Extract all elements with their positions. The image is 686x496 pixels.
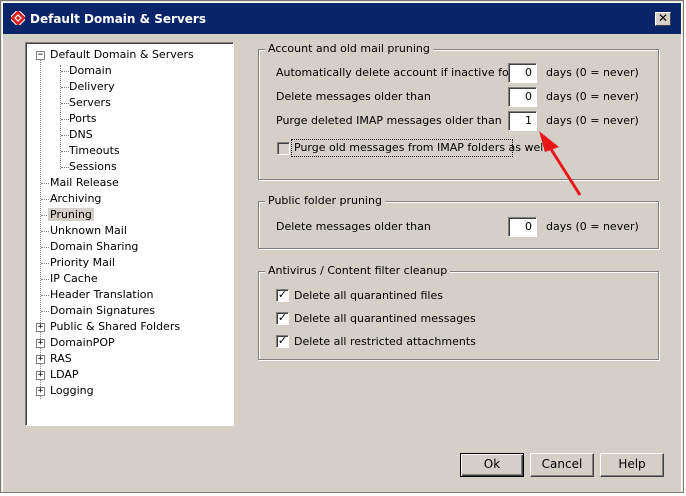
tree-node-logging[interactable]: Logging (48, 383, 96, 399)
tree-node-header-translation[interactable]: Header Translation (48, 287, 156, 303)
tree-node-ldap[interactable]: LDAP (48, 367, 81, 383)
tree-node-priority-mail[interactable]: Priority Mail (48, 255, 117, 271)
dialog-client: − Default Domain & Servers Domain Delive… (3, 34, 681, 492)
purge-imap-folders-checkbox[interactable] (277, 142, 290, 155)
tree-node-dns[interactable]: DNS (67, 127, 95, 143)
dialog-window: Default Domain & Servers ✕ − Default Dom… (0, 0, 684, 493)
tree-node-mail-release[interactable]: Mail Release (48, 175, 121, 191)
ok-button[interactable]: Ok (460, 453, 524, 477)
delete-messages-label: Delete messages older than (276, 90, 431, 103)
tree-node-public-shared-folders[interactable]: Public & Shared Folders (48, 319, 182, 335)
tree-node-unknown-mail[interactable]: Unknown Mail (48, 223, 129, 239)
tree-node-ports[interactable]: Ports (67, 111, 99, 127)
account-pruning-group: Account and old mail pruning Automatical… (258, 42, 659, 180)
group-legend: Antivirus / Content filter cleanup (265, 264, 451, 277)
title-bar[interactable]: Default Domain & Servers ✕ (3, 3, 681, 34)
tree-node-domain-signatures[interactable]: Domain Signatures (48, 303, 157, 319)
tree-connector (60, 65, 61, 169)
settings-tree[interactable]: − Default Domain & Servers Domain Delive… (25, 42, 234, 426)
tree-node-pruning[interactable]: Pruning (48, 207, 94, 223)
group-legend: Account and old mail pruning (265, 42, 433, 55)
close-icon: ✕ (657, 11, 669, 25)
tree-node-servers[interactable]: Servers (67, 95, 113, 111)
tree-node-domainpop[interactable]: DomainPOP (48, 335, 117, 351)
inactive-account-label: Automatically delete account if inactive… (276, 66, 514, 79)
tree-node-archiving[interactable]: Archiving (48, 191, 103, 207)
group-legend: Public folder pruning (265, 194, 385, 207)
delete-messages-days-input[interactable]: 0 (508, 87, 537, 107)
tree-node-delivery[interactable]: Delivery (67, 79, 117, 95)
inactive-account-days-input[interactable]: 0 (508, 63, 537, 83)
purge-imap-label: Purge deleted IMAP messages older than (276, 114, 502, 127)
check-icon: ✓ (277, 334, 288, 347)
close-button[interactable]: ✕ (655, 12, 671, 26)
expand-icon[interactable]: + (36, 339, 45, 348)
delete-restricted-attachments-checkbox[interactable]: ✓ (276, 335, 289, 348)
tree-node-ip-cache[interactable]: IP Cache (48, 271, 100, 287)
delete-quarantined-messages-checkbox[interactable]: ✓ (276, 312, 289, 325)
days-suffix: days (0 = never) (546, 90, 639, 103)
days-suffix: days (0 = never) (546, 66, 639, 79)
tree-node-root[interactable]: Default Domain & Servers (48, 47, 196, 63)
collapse-icon[interactable]: − (36, 51, 45, 60)
check-icon: ✓ (277, 311, 288, 324)
delete-quarantined-files-checkbox[interactable]: ✓ (276, 289, 289, 302)
delete-quarantined-messages-label[interactable]: Delete all quarantined messages (294, 312, 476, 325)
tree-node-sessions[interactable]: Sessions (67, 159, 119, 175)
public-folder-pruning-group: Public folder pruning Delete messages ol… (258, 194, 659, 249)
help-button[interactable]: Help (600, 453, 664, 477)
tree-node-domain[interactable]: Domain (67, 63, 114, 79)
purge-imap-folders-label[interactable]: Purge old messages from IMAP folders as … (294, 141, 546, 154)
expand-icon[interactable]: + (36, 355, 45, 364)
antivirus-cleanup-group: Antivirus / Content filter cleanup ✓ Del… (258, 264, 659, 360)
tree-node-ras[interactable]: RAS (48, 351, 74, 367)
window-title: Default Domain & Servers (30, 12, 206, 26)
public-delete-messages-label: Delete messages older than (276, 220, 431, 233)
tree-node-timeouts[interactable]: Timeouts (67, 143, 122, 159)
days-suffix: days (0 = never) (546, 114, 639, 127)
public-delete-messages-days-input[interactable]: 0 (508, 217, 537, 237)
purge-imap-days-input[interactable]: 1 (508, 111, 537, 131)
delete-quarantined-files-label[interactable]: Delete all quarantined files (294, 289, 443, 302)
expand-icon[interactable]: + (36, 323, 45, 332)
days-suffix: days (0 = never) (546, 220, 639, 233)
delete-restricted-attachments-label[interactable]: Delete all restricted attachments (294, 335, 476, 348)
expand-icon[interactable]: + (36, 371, 45, 380)
check-icon: ✓ (277, 288, 288, 301)
expand-icon[interactable]: + (36, 387, 45, 396)
cancel-button[interactable]: Cancel (530, 453, 594, 477)
tree-node-domain-sharing[interactable]: Domain Sharing (48, 239, 140, 255)
app-icon (11, 11, 25, 25)
